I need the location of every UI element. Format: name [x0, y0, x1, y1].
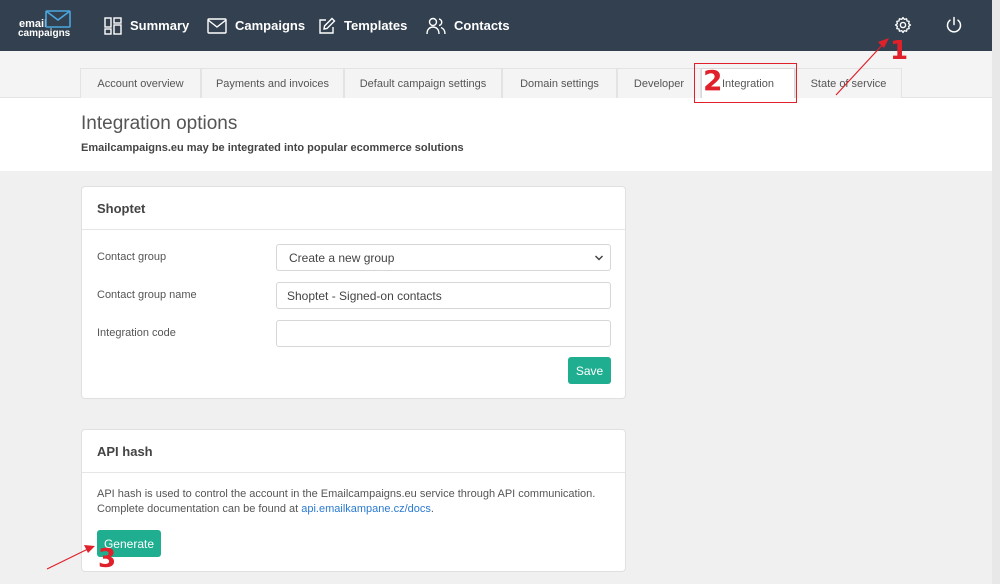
dashboard-icon	[104, 16, 122, 35]
annotation-number-2: 2	[703, 64, 723, 97]
tab-label: Domain settings	[520, 77, 599, 90]
tab-default-campaign-settings[interactable]: Default campaign settings	[344, 68, 502, 98]
api-hash-card: API hash API hash is used to control the…	[81, 429, 626, 572]
tab-label: Payments and invoices	[215, 77, 330, 90]
api-hash-description-end: .	[430, 503, 434, 515]
tab-developer[interactable]: Developer	[617, 68, 701, 98]
contact-group-select[interactable]: Create a new group	[276, 244, 611, 271]
tab-domain-settings[interactable]: Domain settings	[502, 68, 617, 98]
nav-summary-label: Summary	[130, 18, 190, 33]
contact-group-name-value: Shoptet - Signed-on contacts	[287, 288, 442, 303]
logo[interactable]: email campaigns	[17, 10, 73, 40]
page-header: Integration options Emailcampaigns.eu ma…	[0, 98, 992, 171]
contact-group-name-input[interactable]: Shoptet - Signed-on contacts	[276, 282, 611, 309]
tab-label: Developer	[633, 77, 685, 90]
envelope-icon	[207, 17, 227, 34]
chevron-down-icon	[594, 255, 604, 261]
logo-text-line2: campaigns	[18, 28, 71, 39]
edit-icon	[319, 17, 336, 34]
nav-campaigns[interactable]: Campaigns	[207, 0, 305, 51]
tab-label: Account overview	[97, 77, 184, 90]
save-button[interactable]: Save	[568, 357, 611, 384]
top-navbar: email campaigns Summary Campaigns Templa…	[0, 0, 992, 51]
page-title: Integration options	[81, 113, 238, 134]
nav-campaigns-label: Campaigns	[235, 18, 306, 33]
shoptet-card-title: Shoptet	[82, 187, 625, 230]
integration-code-input[interactable]	[276, 320, 611, 347]
annotation-number-1: 1	[890, 36, 909, 66]
nav-templates-label: Templates	[344, 18, 408, 33]
gear-icon[interactable]	[894, 16, 912, 34]
page-subtitle: Emailcampaigns.eu may be integrated into…	[81, 142, 464, 154]
tab-label: Default campaign settings	[359, 77, 487, 90]
contact-group-label: Contact group	[97, 251, 167, 263]
nav-contacts-label: Contacts	[454, 18, 510, 33]
nav-summary[interactable]: Summary	[104, 0, 189, 51]
scrollbar[interactable]	[992, 0, 1000, 584]
shoptet-card: Shoptet Contact group Create a new group…	[81, 186, 626, 399]
integration-code-label: Integration code	[97, 327, 176, 339]
power-icon[interactable]	[945, 16, 963, 34]
logo-envelope-icon	[45, 10, 71, 28]
api-docs-link[interactable]: api.emailkampane.cz/docs	[301, 503, 431, 515]
tab-label: State of service	[810, 77, 887, 90]
tab-payments-invoices[interactable]: Payments and invoices	[201, 68, 344, 98]
annotation-number-3: 3	[98, 544, 117, 574]
users-icon	[426, 17, 446, 34]
nav-templates[interactable]: Templates	[318, 0, 407, 51]
nav-contacts[interactable]: Contacts	[426, 0, 510, 51]
settings-tabs: Account overview Payments and invoices D…	[0, 51, 992, 99]
contact-group-name-label: Contact group name	[97, 289, 197, 301]
tab-account-overview[interactable]: Account overview	[80, 68, 201, 98]
contact-group-selected-value: Create a new group	[289, 250, 395, 265]
tab-state-of-service[interactable]: State of service	[795, 68, 902, 98]
api-hash-card-title: API hash	[82, 430, 625, 473]
api-hash-description: API hash is used to control the account …	[97, 487, 617, 517]
save-button-label: Save	[575, 363, 604, 378]
